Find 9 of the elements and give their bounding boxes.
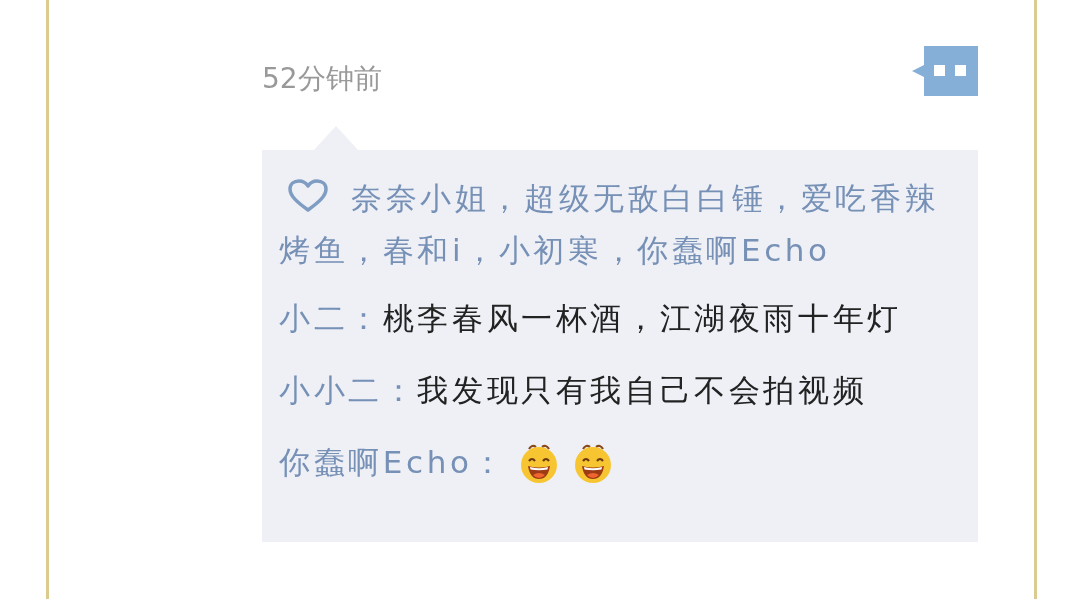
post-time: 52分钟前 xyxy=(262,61,382,97)
comment-text: 我发现只有我自己不会拍视频 xyxy=(417,371,868,410)
comment-author[interactable]: 小小二： xyxy=(279,370,418,412)
more-icon[interactable] xyxy=(912,46,978,96)
comment-author[interactable]: 小二： xyxy=(279,298,383,340)
heart-icon xyxy=(287,179,329,213)
comment-author[interactable]: 你蠢啊Echo： xyxy=(279,442,508,484)
comment-text: 桃李春风一杯酒，江湖夜雨十年灯 xyxy=(382,299,902,338)
likes-list[interactable]: 奈奈小姐，超级无敌白白锤，爱吃香辣烤鱼，春和i，小初寒，你蠢啊Echo xyxy=(279,172,968,276)
